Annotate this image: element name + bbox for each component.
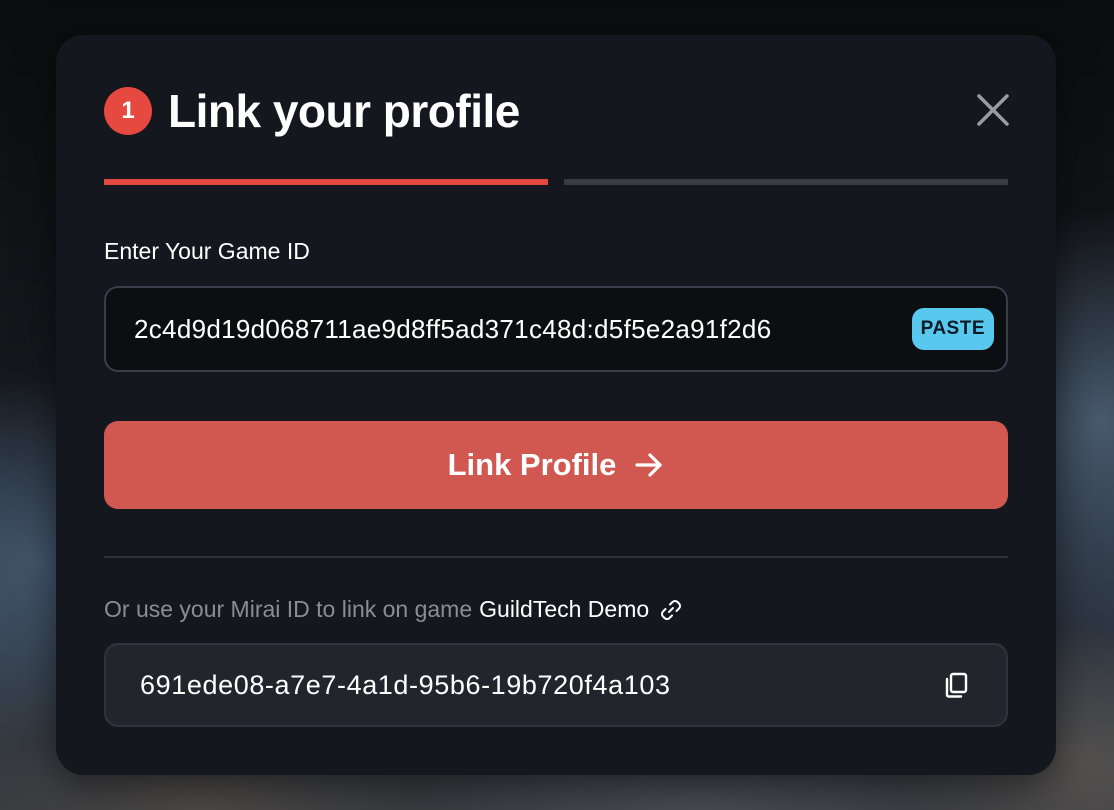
link-profile-modal: 1 Link your profile Enter Your Game ID P… bbox=[56, 35, 1056, 775]
modal-title: Link your profile bbox=[168, 85, 520, 137]
progress-step-2 bbox=[564, 179, 1008, 185]
progress-step-1 bbox=[104, 179, 548, 185]
game-id-input[interactable] bbox=[134, 313, 892, 345]
step-progress-bar bbox=[104, 179, 1008, 185]
paste-button[interactable]: PASTE bbox=[911, 308, 994, 350]
link-profile-label: Link Profile bbox=[447, 447, 617, 482]
link-profile-button[interactable]: Link Profile bbox=[104, 421, 1008, 509]
mirai-id-value: 691ede08-a7e7-4a1d-95b6-19b720f4a103 bbox=[140, 669, 671, 700]
close-button[interactable] bbox=[976, 93, 1010, 127]
mirai-id-hint: Or use your Mirai ID to link on game Gui… bbox=[104, 596, 683, 623]
external-link-icon[interactable] bbox=[659, 598, 683, 622]
game-name: GuildTech Demo bbox=[479, 596, 650, 622]
copy-icon[interactable] bbox=[942, 671, 970, 699]
mirai-id-hint-text: Or use your Mirai ID to link on game bbox=[104, 596, 473, 622]
mirai-id-box: 691ede08-a7e7-4a1d-95b6-19b720f4a103 bbox=[104, 643, 1008, 727]
arrow-right-icon bbox=[635, 453, 663, 477]
close-icon bbox=[977, 94, 1009, 126]
game-id-field: PASTE bbox=[104, 286, 1008, 372]
game-id-label: Enter Your Game ID bbox=[104, 238, 310, 264]
step-number-badge: 1 bbox=[104, 87, 152, 135]
section-divider bbox=[104, 556, 1008, 558]
modal-header: 1 Link your profile bbox=[104, 85, 520, 137]
